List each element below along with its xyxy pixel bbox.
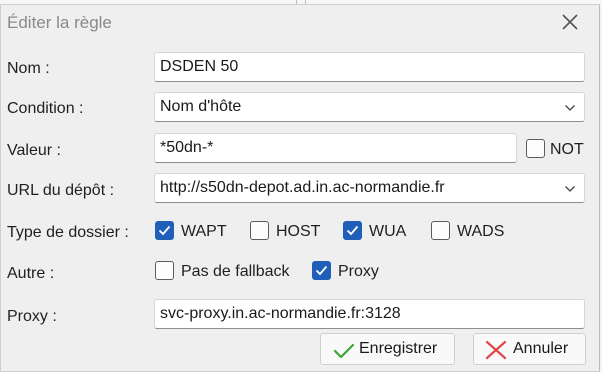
dialog-title: Éditer la règle	[7, 13, 112, 32]
chevron-down-icon	[565, 105, 575, 111]
dialog-titlebar: Éditer la règle	[1, 5, 599, 39]
wads-label: WADS	[457, 223, 505, 240]
not-label: NOT	[550, 141, 584, 158]
chevron-down-icon	[565, 186, 575, 192]
proxy-label: Proxy :	[7, 308, 57, 325]
save-button[interactable]: Enregistrer	[320, 333, 455, 365]
folder-type-label: Type de dossier :	[7, 224, 129, 241]
cancel-button-label: Annuler	[513, 340, 569, 357]
condition-select[interactable]: Nom d'hôte	[154, 92, 585, 122]
proxy-field[interactable]: svc-proxy.in.ac-normandie.fr:3128	[154, 299, 585, 329]
proxy-checkbox-label: Proxy	[338, 263, 379, 280]
wua-label: WUA	[369, 223, 407, 240]
name-label: Nom :	[7, 60, 50, 77]
cross-icon	[485, 340, 507, 360]
edit-rule-dialog: Éditer la règle Nom : DSDEN 50 Condition…	[0, 4, 600, 372]
save-button-label: Enregistrer	[359, 340, 438, 357]
checkmark-icon	[333, 343, 355, 359]
no-fallback-checkbox[interactable]	[155, 261, 174, 280]
other-label: Autre :	[7, 265, 55, 282]
value-field[interactable]: *50dn-*	[154, 133, 517, 163]
wua-checkbox[interactable]	[343, 221, 362, 240]
host-checkbox[interactable]	[250, 221, 269, 240]
repo-url-select[interactable]: http://s50dn-depot.ad.in.ac-normandie.fr	[154, 173, 585, 203]
condition-label: Condition :	[7, 100, 84, 117]
cancel-button[interactable]: Annuler	[473, 333, 586, 365]
no-fallback-label: Pas de fallback	[181, 263, 290, 280]
wads-checkbox[interactable]	[431, 221, 450, 240]
proxy-checkbox[interactable]	[312, 261, 331, 280]
not-checkbox[interactable]	[526, 139, 545, 158]
condition-value: Nom d'hôte	[160, 98, 242, 115]
host-label: HOST	[276, 223, 321, 240]
repo-url-value: http://s50dn-depot.ad.in.ac-normandie.fr	[160, 179, 445, 196]
wapt-checkbox[interactable]	[155, 221, 174, 240]
close-icon[interactable]	[559, 11, 581, 33]
wapt-label: WAPT	[181, 223, 227, 240]
repo-url-label: URL du dépôt :	[7, 182, 115, 199]
name-field[interactable]: DSDEN 50	[154, 52, 585, 82]
value-label: Valeur :	[7, 142, 61, 159]
